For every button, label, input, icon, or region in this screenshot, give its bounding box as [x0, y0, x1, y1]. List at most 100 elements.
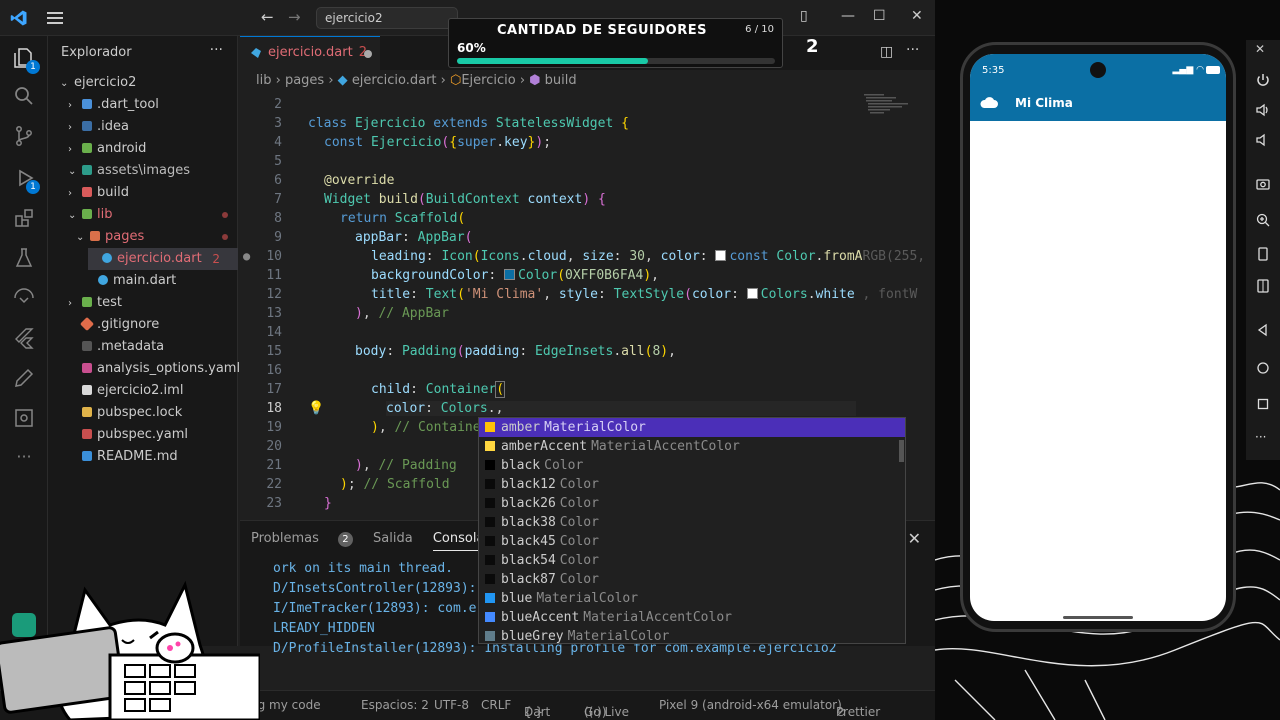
tree-root[interactable]: ⌄ ejercicio2 [60, 72, 136, 94]
source-control-activity[interactable] [10, 122, 38, 150]
home-indicator[interactable] [1063, 616, 1133, 619]
status-encoding[interactable]: UTF-8 [434, 698, 469, 712]
tree-item[interactable]: ⌄ pages [76, 226, 228, 248]
remote-activity[interactable] [10, 284, 38, 312]
toggle-sidebar-icon[interactable]: ▯ [800, 8, 808, 24]
suggest-type: Color [559, 572, 599, 587]
color-swatch-icon [485, 631, 495, 641]
android-status-bar: 5:35 ▂▄▆ ◠ [970, 54, 1226, 85]
tree-item[interactable]: main.dart [98, 270, 176, 292]
explorer-activity[interactable]: 1 [10, 44, 40, 74]
emulator-close-icon[interactable]: ✕ [1255, 42, 1271, 58]
breakpoint-icon[interactable]: ● [243, 249, 250, 263]
tree-item[interactable]: › test [68, 292, 122, 314]
crumb[interactable]: build [545, 73, 577, 88]
emulator-more-icon[interactable]: ··· [1255, 430, 1271, 446]
run-debug-activity[interactable]: 1 [10, 164, 40, 194]
suggest-item[interactable]: blueGrey MaterialColor [479, 627, 905, 643]
tree-item-selected[interactable]: ejercicio.dart 2 [88, 248, 238, 270]
unsaved-dot[interactable] [364, 50, 372, 58]
edit-activity[interactable] [10, 364, 38, 392]
phone-time: 5:35 [982, 65, 1005, 76]
tree-item[interactable]: pubspec.yaml [82, 424, 188, 446]
suggest-scrollbar[interactable] [899, 440, 904, 462]
crumb[interactable]: lib [256, 73, 271, 88]
tab-output[interactable]: Salida [373, 531, 413, 546]
testing-activity[interactable] [10, 244, 38, 272]
suggest-item[interactable]: blue MaterialColor [479, 589, 905, 608]
panel-close-icon[interactable]: ✕ [908, 529, 921, 548]
status-language-label: Dart [524, 705, 551, 719]
vscode-logo-icon [10, 10, 27, 26]
suggest-item[interactable]: black87 Color [479, 570, 905, 589]
battery-icon [1206, 66, 1220, 74]
volume-down-icon[interactable] [1255, 132, 1271, 148]
command-center-search[interactable]: ejercicio2 [316, 7, 458, 29]
tree-item[interactable]: › .dart_tool [68, 94, 159, 116]
forward-arrow-icon[interactable]: → [288, 8, 301, 26]
maximize-icon[interactable]: ☐ [873, 8, 886, 24]
crumb[interactable]: Ejercicio [461, 73, 515, 88]
search-activity[interactable] [10, 82, 38, 110]
tree-item[interactable]: › android [68, 138, 146, 160]
flask-icon [15, 248, 33, 267]
volume-up-icon[interactable] [1255, 102, 1271, 118]
method-icon: ⬢ [529, 73, 541, 88]
tree-item[interactable]: .gitignore [79, 314, 159, 336]
tree-item[interactable]: › .idea [68, 116, 129, 138]
tree-item[interactable]: ⌄ assets\images [68, 160, 190, 182]
camera-screenshot-icon[interactable] [1255, 176, 1271, 192]
crumb[interactable]: pages [285, 73, 324, 88]
tree-label: ejercicio2 [74, 75, 137, 90]
status-indent[interactable]: Espacios: 2 [361, 698, 429, 712]
status-eol[interactable]: CRLF [481, 698, 511, 712]
split-editor-icon[interactable]: ◫ [880, 44, 893, 60]
suggest-item[interactable]: black Color [479, 456, 905, 475]
status-debug[interactable]: ug my code [250, 698, 321, 712]
tree-item[interactable]: ⌄ lib [68, 204, 228, 226]
line-number: 23 [266, 496, 282, 511]
tab-ejercicio-dart[interactable]: ejercicio.dart 2 [240, 36, 380, 70]
suggest-item[interactable]: black45 Color [479, 532, 905, 551]
tree-item[interactable]: pubspec.lock [82, 402, 182, 424]
tree-item[interactable]: analysis_options.yaml [82, 358, 240, 380]
menu-icon[interactable] [47, 9, 63, 27]
editor-more-icon[interactable]: ··· [906, 42, 919, 58]
extensions-activity[interactable] [10, 204, 38, 232]
tab-problems[interactable]: Problemas 2 [251, 531, 353, 547]
suggest-item[interactable]: black12 Color [479, 475, 905, 494]
tree-item[interactable]: ejercicio2.iml [82, 380, 183, 402]
minimize-icon[interactable]: — [841, 8, 855, 24]
phone-screen[interactable]: 5:35 ▂▄▆ ◠ Mi Clima [970, 54, 1226, 621]
tree-item[interactable]: › build [68, 182, 129, 204]
suggest-item[interactable]: black54 Color [479, 551, 905, 570]
devtools-activity[interactable] [10, 404, 38, 432]
back-icon[interactable] [1255, 322, 1271, 338]
suggest-item[interactable]: black26 Color [479, 494, 905, 513]
color-swatch [746, 288, 758, 299]
tree-item[interactable]: .metadata [82, 336, 164, 358]
console-line: LREADY_HIDDEN [273, 621, 375, 636]
status-device[interactable]: Pixel 9 (android-x64 emulator) [659, 698, 842, 712]
unfold-icon[interactable] [1255, 278, 1271, 294]
tree-item[interactable]: README.md [82, 446, 178, 468]
zoom-icon[interactable] [1255, 212, 1271, 228]
explorer-more-icon[interactable]: ··· [210, 42, 223, 58]
fold-icon[interactable] [1255, 246, 1271, 262]
suggest-item-selected[interactable]: amber MaterialColor [479, 418, 905, 437]
power-icon[interactable] [1255, 72, 1271, 88]
suggest-item[interactable]: blueAccent MaterialAccentColor [479, 608, 905, 627]
crumb[interactable]: ejercicio.dart [352, 73, 437, 88]
class-icon: ⬡ [449, 73, 462, 88]
home-icon[interactable] [1255, 360, 1271, 376]
suggest-item[interactable]: black38 Color [479, 513, 905, 532]
minimap[interactable] [862, 92, 912, 122]
lightbulb-icon[interactable]: 💡 [308, 401, 324, 416]
flutter-activity[interactable] [10, 324, 38, 352]
close-icon[interactable]: ✕ [911, 8, 923, 24]
inspect-icon [15, 409, 33, 427]
back-arrow-icon[interactable]: ← [261, 8, 274, 26]
suggest-item[interactable]: amberAccent MaterialAccentColor [479, 437, 905, 456]
overview-icon[interactable] [1255, 396, 1271, 412]
more-activity-icon[interactable]: ··· [10, 442, 38, 470]
